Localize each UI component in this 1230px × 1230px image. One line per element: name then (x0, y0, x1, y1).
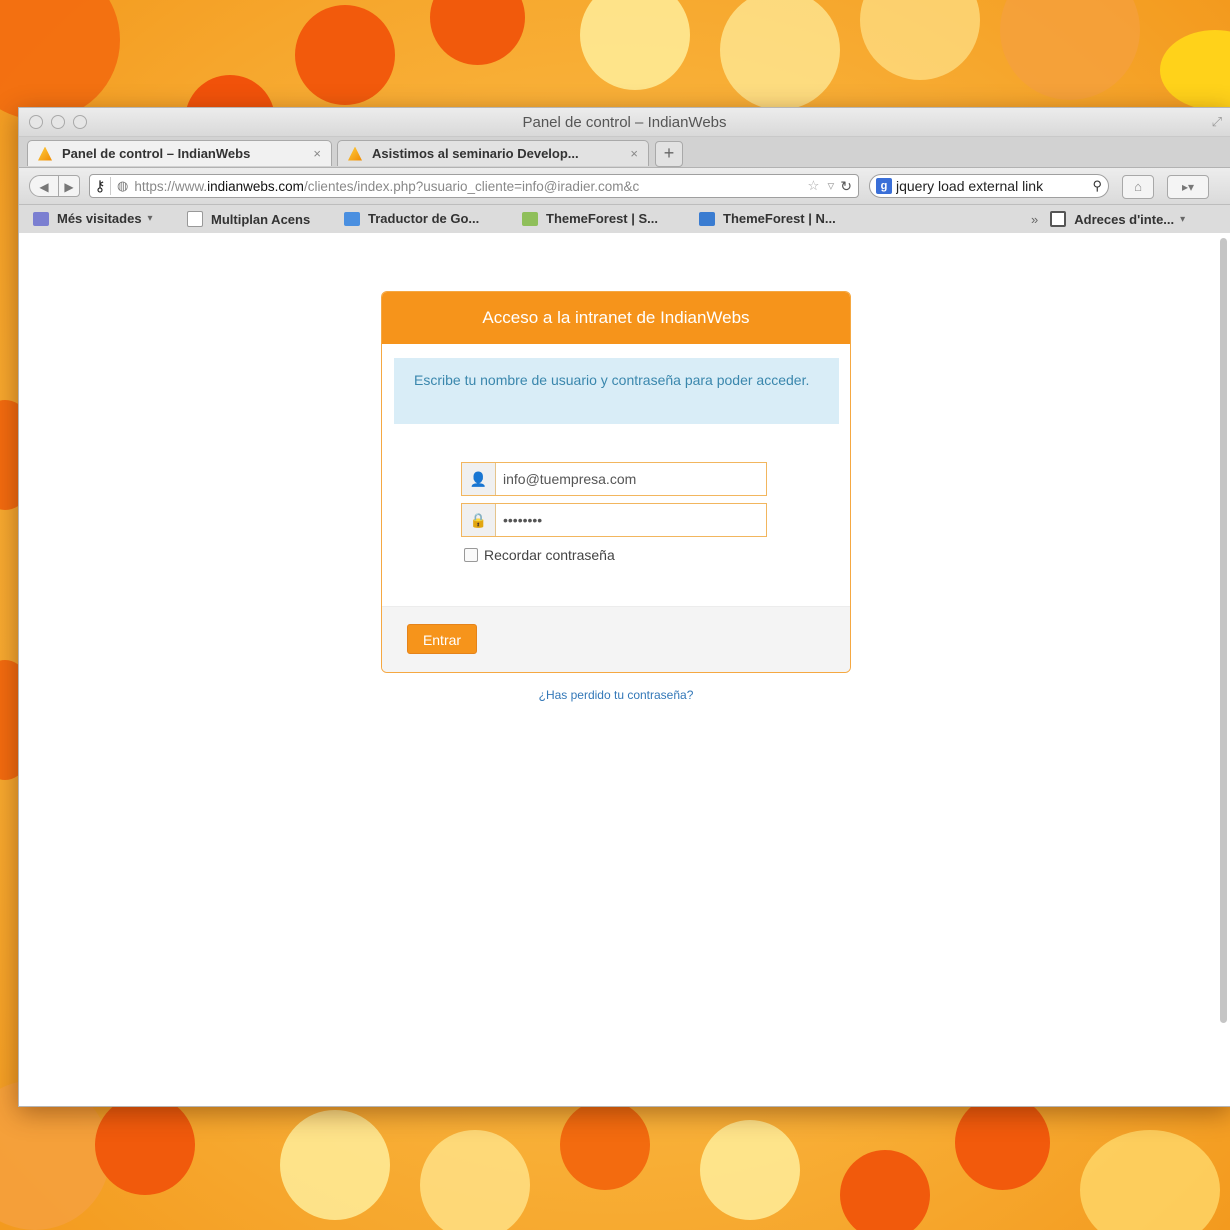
chevron-down-icon: ▾ (147, 213, 153, 224)
tab-panel-control[interactable]: Panel de control – IndianWebs × (27, 140, 332, 166)
login-button[interactable]: Entrar (407, 624, 477, 654)
new-tab-button[interactable]: + (655, 141, 683, 167)
search-icon[interactable]: ⚲ (1092, 178, 1102, 194)
back-arrow-icon: ◀ (39, 180, 49, 194)
url-path: /clientes/index.php?usuario_cliente=info… (303, 178, 640, 194)
url-prefix: https://www. (134, 178, 208, 194)
image-icon (522, 211, 538, 226)
remember-label: Recordar contraseña (484, 547, 615, 563)
username-field[interactable]: 👤 (461, 462, 767, 496)
bookmark-themeforest-n[interactable]: ThemeForest | N... (699, 211, 836, 226)
bookmark-themeforest-s[interactable]: ThemeForest | S... (522, 211, 658, 226)
bookmark-label: ThemeForest | N... (723, 211, 836, 226)
remember-checkbox[interactable] (464, 548, 478, 562)
login-heading: Acceso a la intranet de IndianWebs (382, 292, 850, 344)
address-bar[interactable]: ⚷ ◍ https://www.indianwebs.com/clientes/… (89, 174, 859, 198)
page-content: Acceso a la intranet de IndianWebs Escri… (19, 233, 1230, 1106)
password-field[interactable]: 🔒 (461, 503, 767, 537)
password-input[interactable] (496, 504, 766, 536)
page-icon (187, 211, 203, 227)
overflow-chevron-icon: » (1031, 211, 1039, 227)
home-button[interactable]: ⌂ (1122, 175, 1154, 199)
url-text[interactable]: https://www.indianwebs.com/clientes/inde… (134, 179, 803, 194)
tab-label: Panel de control – IndianWebs (62, 146, 251, 161)
window-title: Panel de control – IndianWebs (522, 114, 727, 131)
tab-seminario[interactable]: Asistimos al seminario Develop... × (337, 140, 649, 166)
back-button[interactable]: ◀ (29, 175, 59, 197)
bookmark-traductor[interactable]: Traductor de Go... (344, 211, 479, 226)
tab-close-icon[interactable]: × (313, 146, 321, 161)
bookmark-label: Multiplan Acens (211, 211, 311, 227)
bookmark-label: Més visitades (57, 211, 142, 226)
login-footer: Entrar (382, 606, 850, 672)
menu-icon: ▸▾ (1181, 180, 1195, 194)
scrollbar[interactable] (1220, 238, 1227, 1023)
bookmark-label: ThemeForest | S... (546, 211, 658, 226)
url-domain: indianwebs.com (207, 178, 304, 194)
username-input[interactable] (496, 463, 766, 495)
fullscreen-icon[interactable]: ⤢ (1212, 114, 1222, 130)
navigation-toolbar: ◀ ▶ ⚷ ◍ https://www.indianwebs.com/clien… (19, 168, 1230, 205)
favicon-icon (348, 146, 362, 161)
info-alert: Escribe tu nombre de usuario y contraseñ… (394, 358, 839, 424)
globe-icon: ◍ (117, 178, 129, 193)
tab-label: Asistimos al seminario Develop... (372, 146, 579, 161)
forward-arrow-icon: ▶ (64, 180, 74, 194)
browser-window: Panel de control – IndianWebs ⤢ Panel de… (18, 107, 1230, 1107)
remember-password[interactable]: Recordar contraseña (464, 547, 615, 563)
bookmarks-overflow[interactable]: » Adreces d'inte... ▾ (1031, 211, 1185, 227)
chevron-down-icon: ▾ (1180, 213, 1186, 225)
bookmark-label: Adreces d'inte... (1074, 211, 1175, 227)
folder-icon (33, 211, 49, 226)
tab-close-icon[interactable]: × (630, 146, 638, 161)
login-panel: Acceso a la intranet de IndianWebs Escri… (381, 291, 851, 673)
dropdown-arrow-icon[interactable]: ▿ (827, 178, 834, 194)
reload-icon[interactable]: ↻ (840, 178, 852, 195)
themeforest-icon (699, 211, 715, 226)
search-input[interactable]: jquery load external link (896, 178, 1092, 194)
bookmark-star-icon[interactable]: ☆ (807, 178, 819, 194)
bookmark-multiplan[interactable]: Multiplan Acens (187, 211, 310, 227)
translate-icon (344, 211, 360, 226)
bookmark-label: Traductor de Go... (368, 211, 480, 226)
forgot-password-link[interactable]: ¿Has perdido tu contraseña? (381, 688, 851, 702)
bookmarks-icon (1050, 211, 1067, 227)
favicon-icon (38, 146, 52, 161)
tab-bar: Panel de control – IndianWebs × Asistimo… (19, 137, 1230, 168)
search-bar[interactable]: g jquery load external link ⚲ (869, 174, 1109, 198)
lock-icon: 🔒 (462, 504, 496, 536)
title-bar: Panel de control – IndianWebs ⤢ (19, 108, 1230, 137)
key-icon[interactable]: ⚷ (90, 177, 111, 195)
home-icon: ⌂ (1134, 179, 1142, 194)
google-icon[interactable]: g (876, 178, 892, 194)
menu-button[interactable]: ▸▾ (1167, 175, 1209, 199)
bookmarks-bar: Més visitades ▾ Multiplan Acens Traductor… (19, 205, 1230, 234)
forward-button[interactable]: ▶ (58, 175, 80, 197)
bookmark-mes-visitades[interactable]: Més visitades ▾ (33, 211, 153, 226)
user-icon: 👤 (462, 463, 496, 495)
